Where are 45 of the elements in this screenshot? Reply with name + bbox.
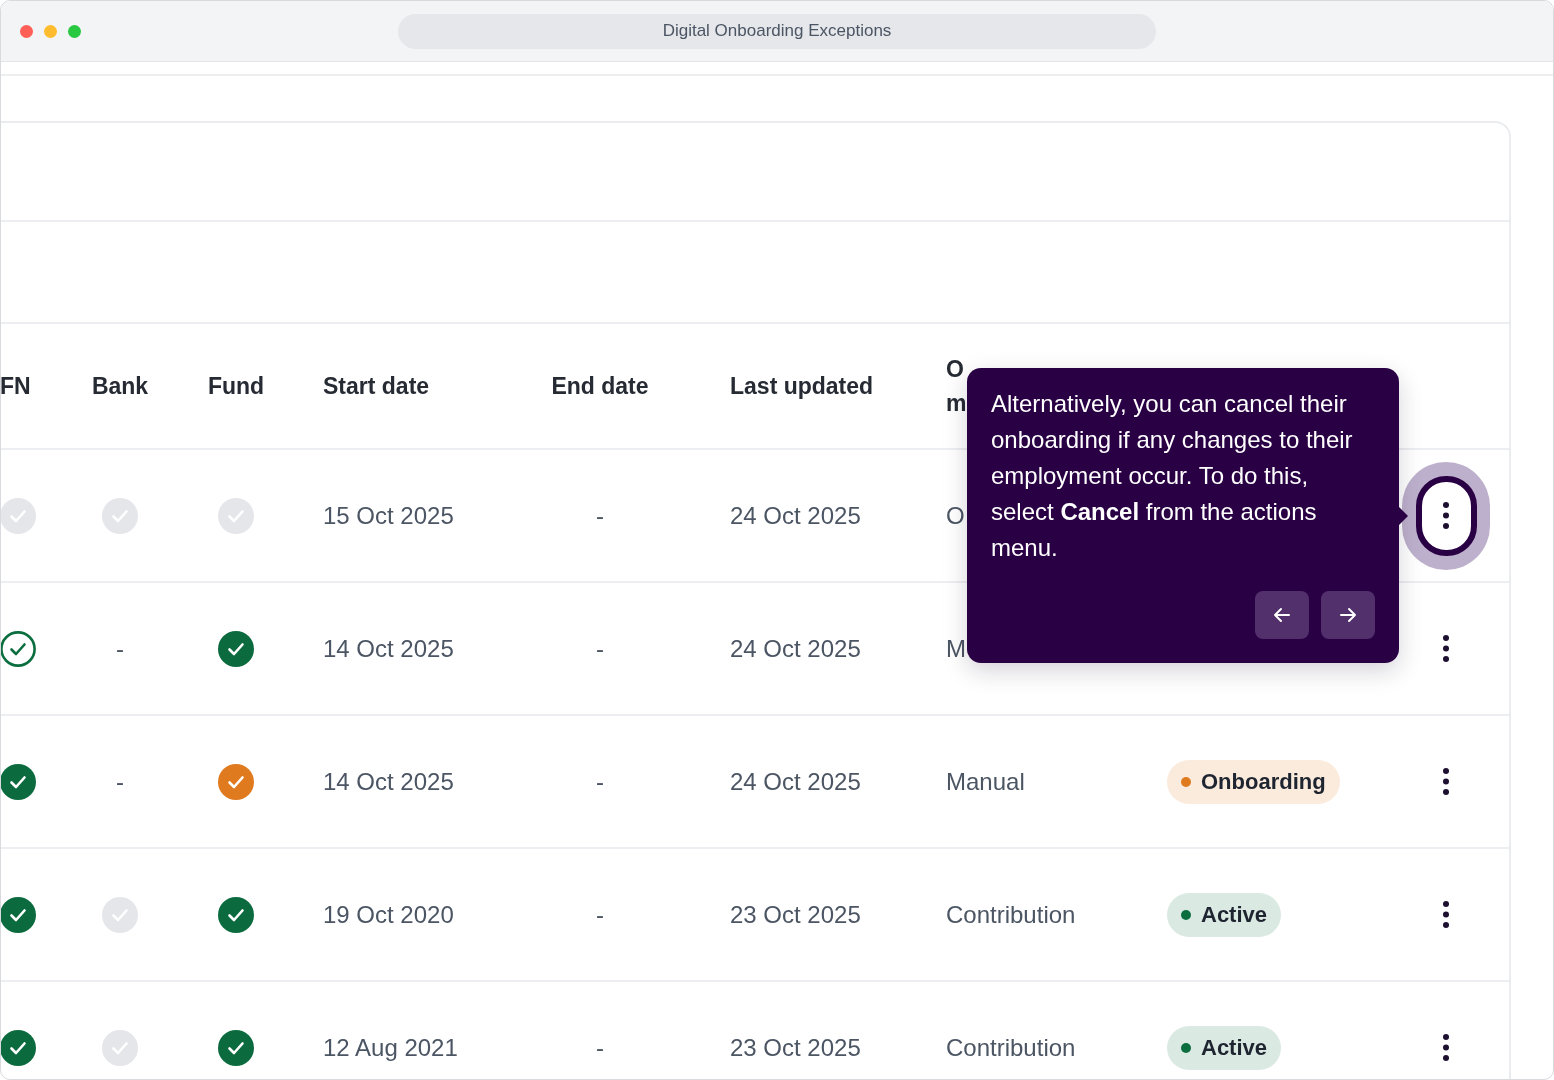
table-cell: 14 Oct 2025 <box>323 767 454 796</box>
status-label: Active <box>1201 1034 1268 1061</box>
table-cell: M <box>946 634 966 663</box>
column-header: O m <box>946 355 967 418</box>
table-cell: 23 Oct 2025 <box>730 900 861 929</box>
table-cell: - <box>596 1033 604 1062</box>
table-cell: - <box>596 767 604 796</box>
more-options-icon <box>1443 635 1449 662</box>
column-header: Bank <box>91 372 149 401</box>
table-cell: Contribution <box>946 1033 1076 1062</box>
window-close-button[interactable] <box>20 24 33 38</box>
table-cell: O <box>946 501 965 530</box>
table-cell: 24 Oct 2025 <box>730 767 861 796</box>
arrow-left-icon <box>1272 605 1292 625</box>
table-cell: 24 Oct 2025 <box>730 501 861 530</box>
table-cell: - <box>116 767 124 796</box>
tooltip-text: Alternatively, you can cancel their onboarding if any changes to their employment occur. To do this, select Cancel from the actions menu. <box>991 389 1354 563</box>
table-cell: 23 Oct 2025 <box>730 1033 861 1062</box>
more-options-icon <box>1443 502 1449 529</box>
table-cell: Manual <box>946 767 1025 796</box>
arrow-right-icon <box>1338 605 1358 625</box>
column-header: FN <box>1 372 31 401</box>
table-cell: 19 Oct 2020 <box>323 900 454 929</box>
table-cell: Contribution <box>946 900 1076 929</box>
status-label: Onboarding <box>1201 768 1326 795</box>
table-cell: 14 Oct 2025 <box>323 634 454 663</box>
more-options-icon <box>1443 901 1449 928</box>
table-cell: 15 Oct 2025 <box>323 501 454 530</box>
column-header: Fund <box>207 372 265 401</box>
table-cell: - <box>116 634 124 663</box>
column-header: End date <box>551 372 649 401</box>
next-button[interactable] <box>1321 591 1375 639</box>
more-actions-button[interactable] <box>1415 475 1477 556</box>
status-label: Active <box>1201 901 1268 928</box>
window-title: Digital Onboarding Exceptions <box>398 13 1156 49</box>
previous-button[interactable] <box>1255 591 1309 639</box>
column-header: Start date <box>323 372 430 401</box>
column-header: Last updated <box>730 372 874 401</box>
table-cell: - <box>596 634 604 663</box>
table-cell: - <box>596 900 604 929</box>
table-cell: - <box>596 501 604 530</box>
table-cell: 24 Oct 2025 <box>730 634 861 663</box>
more-options-icon <box>1443 768 1449 795</box>
table-cell: 12 Aug 2021 <box>323 1033 458 1062</box>
more-options-icon <box>1443 1034 1449 1061</box>
